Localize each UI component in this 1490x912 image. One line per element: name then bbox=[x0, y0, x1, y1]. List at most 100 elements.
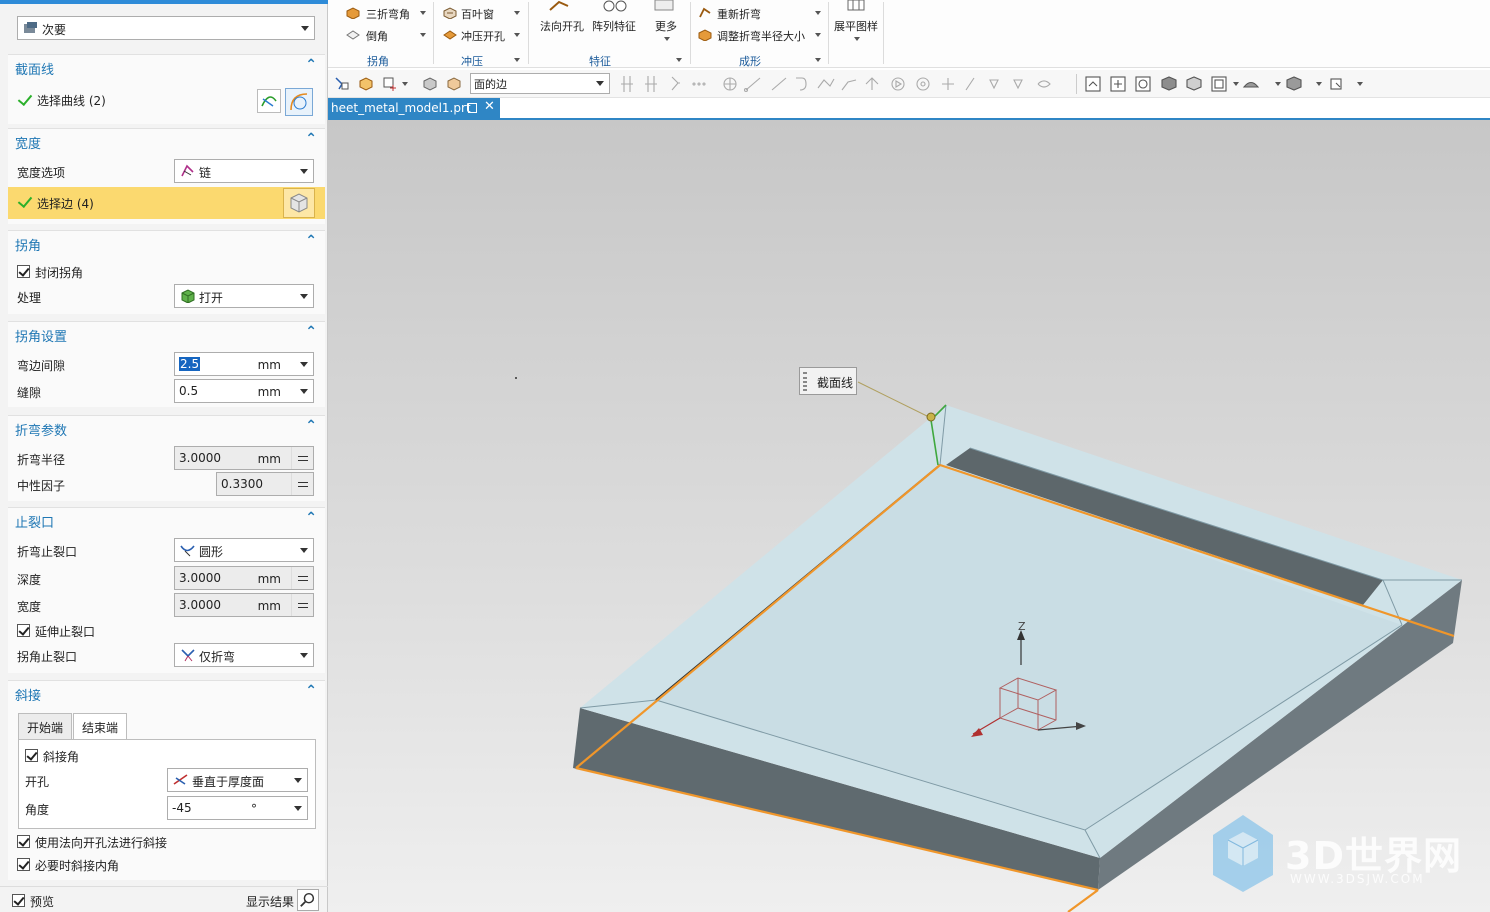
miter-inner-corner-checkbox[interactable] bbox=[17, 858, 30, 871]
bend-radius-input[interactable]: 3.0000 mm bbox=[174, 446, 314, 470]
view-tools-icons[interactable] bbox=[1084, 74, 1374, 94]
bend-params-header[interactable]: 折弯参数 ⌃ bbox=[8, 416, 325, 440]
miter-angle-checkbox[interactable] bbox=[25, 749, 38, 762]
ribbon-divider bbox=[883, 2, 884, 64]
collapse-icon[interactable]: ⌃ bbox=[305, 510, 317, 526]
close-corner-checkbox[interactable] bbox=[17, 265, 30, 278]
collapse-icon[interactable]: ⌃ bbox=[305, 324, 317, 340]
collapse-icon[interactable]: ⌃ bbox=[305, 683, 317, 699]
chevron-down-icon bbox=[300, 294, 308, 299]
type-select[interactable]: 次要 bbox=[17, 16, 315, 40]
secondary-flange-icon bbox=[24, 22, 37, 33]
extend-relief-checkbox[interactable] bbox=[17, 624, 30, 637]
relief-title: 止裂口 bbox=[15, 516, 55, 531]
ribbon-three-bend-corner[interactable]: 三折弯角 bbox=[366, 6, 410, 22]
use-normal-cutout-checkbox[interactable] bbox=[17, 835, 30, 848]
ribbon-chamfer[interactable]: 倒角 bbox=[366, 28, 388, 44]
formula-equals-icon[interactable] bbox=[291, 567, 313, 589]
seam-input[interactable]: 0.5 mm bbox=[174, 379, 314, 403]
chevron-down-icon[interactable] bbox=[300, 362, 308, 367]
depth-input[interactable]: 3.0000 mm bbox=[174, 566, 314, 590]
collapse-icon[interactable]: ⌃ bbox=[305, 131, 317, 147]
select-edge-row[interactable]: 选择边 (4) bbox=[8, 187, 325, 219]
flange-gap-label: 弯边间隙 bbox=[17, 359, 66, 373]
file-tab[interactable]: heet_metal_model1.prt ✕ bbox=[328, 98, 500, 118]
chevron-down-icon[interactable] bbox=[514, 11, 520, 15]
chevron-down-icon[interactable] bbox=[664, 37, 670, 41]
ribbon-more[interactable]: 更多 bbox=[655, 18, 677, 34]
tab-end-end[interactable]: 结束端 bbox=[73, 713, 128, 739]
snap-tools-icons[interactable] bbox=[620, 74, 1070, 94]
point-select-icon[interactable] bbox=[382, 76, 397, 91]
graphics-viewport[interactable]: 截面线 Z 3D世界网 WWW.3DSJW.COM bbox=[328, 120, 1490, 912]
relief-header[interactable]: 止裂口 ⌃ bbox=[8, 508, 325, 532]
formula-equals-icon[interactable] bbox=[291, 447, 313, 469]
ribbon-normal-cutout[interactable]: 法向开孔 bbox=[540, 18, 584, 34]
relief-group: 止裂口 ⌃ 折弯止裂口 圆形 深度 3.0000 mm 宽度 3.0000 mm bbox=[8, 507, 325, 673]
chevron-down-icon[interactable] bbox=[420, 11, 426, 15]
select-curve-row[interactable]: 选择曲线 (2) bbox=[8, 87, 325, 116]
solid-body-icon[interactable] bbox=[422, 76, 437, 91]
corner-relief-select[interactable]: 仅折弯 bbox=[174, 643, 314, 667]
sheet-body-icon[interactable] bbox=[446, 76, 461, 91]
section-curve-icon[interactable] bbox=[285, 88, 313, 116]
collapse-icon[interactable]: ⌃ bbox=[305, 233, 317, 249]
drag-grip-icon[interactable] bbox=[803, 372, 807, 391]
chevron-down-icon[interactable] bbox=[402, 82, 408, 86]
close-icon[interactable]: ✕ bbox=[484, 99, 495, 114]
bend-relief-select[interactable]: 圆形 bbox=[174, 538, 314, 562]
process-select[interactable]: 打开 bbox=[174, 284, 314, 308]
ribbon-divider bbox=[528, 2, 529, 64]
ribbon-resize-bend-radius[interactable]: 调整折弯半径大小 bbox=[717, 28, 805, 44]
collapse-icon[interactable]: ⌃ bbox=[305, 57, 317, 73]
sheet-metal-model[interactable] bbox=[328, 120, 1490, 912]
width-option-select[interactable]: 链 bbox=[174, 159, 314, 183]
edge-select-cube-icon[interactable] bbox=[283, 188, 315, 218]
opening-select[interactable]: 垂直于厚度面 bbox=[167, 768, 308, 792]
angle-input[interactable]: -45 ° bbox=[167, 796, 308, 820]
part-select-icon[interactable] bbox=[358, 76, 373, 91]
formula-equals-icon[interactable] bbox=[291, 473, 313, 495]
select-filter-icon[interactable] bbox=[334, 76, 349, 91]
chevron-down-icon[interactable] bbox=[676, 58, 682, 62]
ribbon-divider bbox=[433, 2, 434, 64]
ribbon-rebend[interactable]: 重新折弯 bbox=[717, 6, 761, 22]
chevron-down-icon[interactable] bbox=[420, 33, 426, 37]
ribbon-flat-pattern[interactable]: 展平图样 bbox=[834, 18, 878, 34]
preview-checkbox[interactable] bbox=[12, 894, 25, 907]
chevron-down-icon[interactable] bbox=[854, 37, 860, 41]
show-result-button[interactable] bbox=[297, 889, 319, 911]
section-curve-header[interactable]: 截面线 ⌃ bbox=[8, 55, 325, 79]
corner-group-label: 拐角 bbox=[367, 55, 389, 68]
chevron-down-icon[interactable] bbox=[815, 11, 821, 15]
relief-width-input[interactable]: 3.0000 mm bbox=[174, 593, 314, 617]
chevron-down-icon[interactable] bbox=[815, 33, 821, 37]
curve-select-icon[interactable] bbox=[257, 89, 281, 113]
form-group-label: 成形 bbox=[739, 55, 761, 68]
bend-radius-unit: mm bbox=[257, 452, 281, 466]
section-curve-callout[interactable]: 截面线 bbox=[799, 367, 857, 395]
ribbon-pattern-feature[interactable]: 阵列特征 bbox=[592, 18, 636, 34]
chevron-down-icon[interactable] bbox=[815, 58, 821, 62]
miter-header[interactable]: 斜接 ⌃ bbox=[8, 681, 325, 705]
chevron-down-icon[interactable] bbox=[514, 58, 520, 62]
formula-equals-icon[interactable] bbox=[291, 594, 313, 616]
k-factor-input[interactable]: 0.3300 bbox=[216, 472, 314, 496]
chevron-down-icon[interactable] bbox=[300, 389, 308, 394]
corner-header[interactable]: 拐角 ⌃ bbox=[8, 231, 325, 255]
flange-gap-input[interactable]: 2.5 mm bbox=[174, 352, 314, 376]
width-header[interactable]: 宽度 ⌃ bbox=[8, 129, 325, 153]
selection-filter-select[interactable]: 面的边 bbox=[470, 73, 610, 94]
chain-icon bbox=[181, 164, 194, 177]
bend-relief-value: 圆形 bbox=[199, 545, 224, 559]
tab-restore-icon[interactable] bbox=[468, 103, 477, 113]
select-edge-label: 选择边 (4) bbox=[37, 197, 94, 211]
corner-settings-header[interactable]: 拐角设置 ⌃ bbox=[8, 322, 325, 346]
ribbon-punch-hole[interactable]: 冲压开孔 bbox=[461, 28, 505, 44]
chevron-down-icon bbox=[294, 778, 302, 783]
tab-start-end[interactable]: 开始端 bbox=[18, 713, 73, 739]
collapse-icon[interactable]: ⌃ bbox=[305, 418, 317, 434]
ribbon-louver[interactable]: 百叶窗 bbox=[461, 6, 494, 22]
chevron-down-icon[interactable] bbox=[514, 33, 520, 37]
chevron-down-icon[interactable] bbox=[294, 806, 302, 811]
